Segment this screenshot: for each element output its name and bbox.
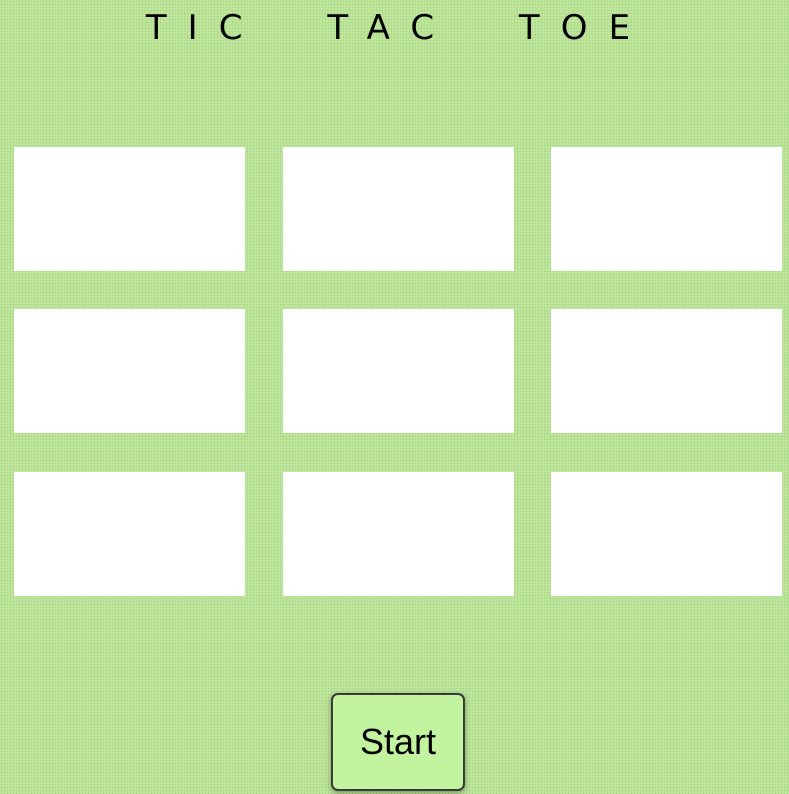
- game-board: [14, 147, 782, 597]
- board-cell-8[interactable]: [283, 472, 514, 596]
- board-cell-9[interactable]: [551, 472, 782, 596]
- board-cell-4[interactable]: [14, 309, 245, 433]
- board-cell-6[interactable]: [551, 309, 782, 433]
- game-title: TIC TAC TOE: [145, 8, 652, 48]
- board-cell-2[interactable]: [283, 147, 514, 271]
- board-cell-3[interactable]: [551, 147, 782, 271]
- start-button[interactable]: Start: [331, 693, 465, 791]
- board-cell-1[interactable]: [14, 147, 245, 271]
- board-cell-7[interactable]: [14, 472, 245, 596]
- board-cell-5[interactable]: [283, 309, 514, 433]
